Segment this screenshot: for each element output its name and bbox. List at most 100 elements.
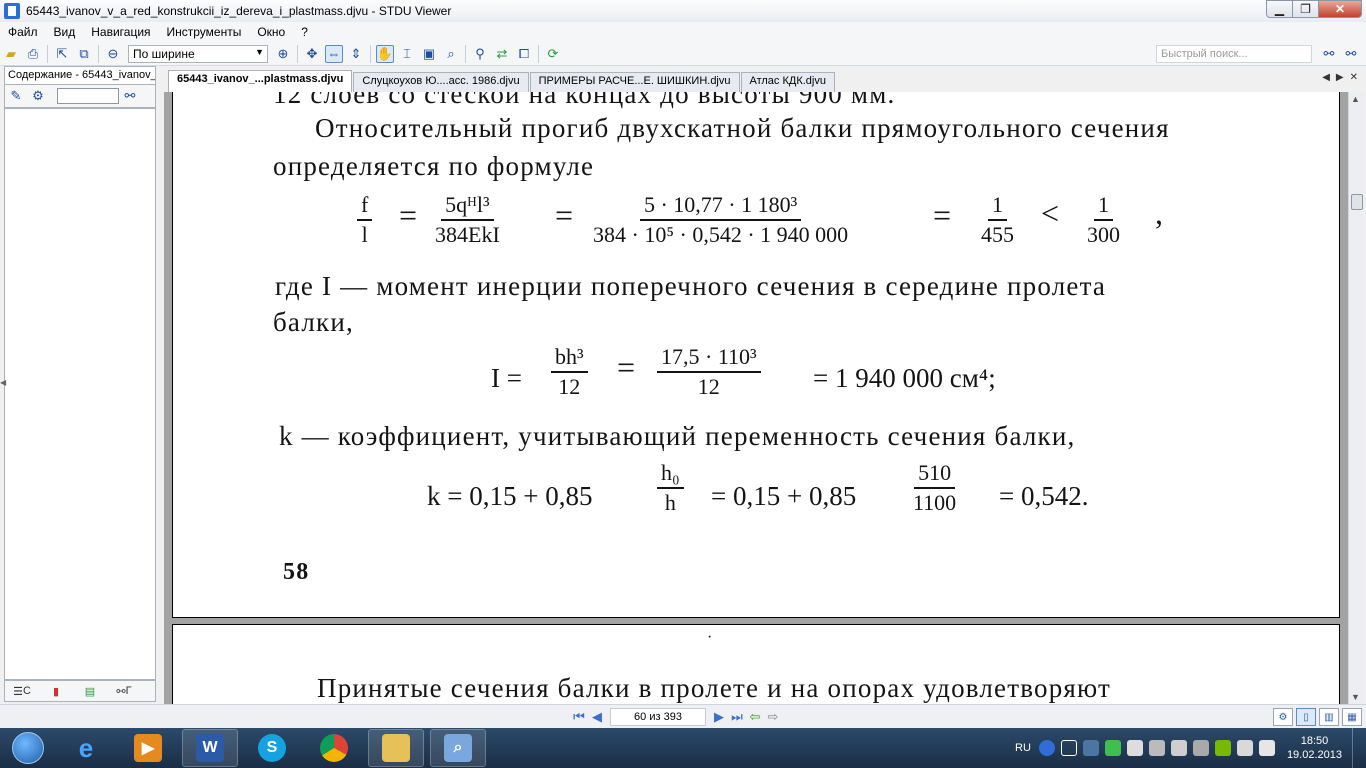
menu-help[interactable]: ? — [293, 25, 316, 39]
vk-icon[interactable] — [1082, 740, 1099, 756]
menu-navigation[interactable]: Навигация — [83, 25, 158, 39]
minimize-button[interactable]: ▁ — [1266, 0, 1292, 18]
taskbar-ie[interactable]: e — [58, 729, 114, 767]
thumbnails-panel-tab[interactable]: ▤ — [73, 682, 107, 700]
network-icon[interactable] — [1236, 740, 1253, 756]
help-icon[interactable] — [1038, 740, 1055, 756]
maximize-button[interactable]: ❐ — [1292, 0, 1318, 18]
tab-close-icon[interactable]: ✕ — [1350, 72, 1358, 83]
side-search-input[interactable] — [57, 88, 119, 104]
bookmark-add-icon[interactable]: ✎ — [7, 87, 25, 105]
fit-width-icon[interactable]: ⇔ — [325, 44, 343, 63]
contents-tab[interactable]: Содержание - 65443_ivanov_v_a_red_konstr… — [4, 66, 156, 84]
usb-icon[interactable] — [1192, 740, 1209, 756]
document-tab[interactable]: 65443_ivanov_...plastmass.djvu — [168, 70, 353, 92]
bookmarks-panel-tab[interactable]: ▮ — [39, 682, 73, 700]
settings-icon[interactable]: ⚙ — [1273, 708, 1293, 726]
close-button[interactable]: ✕ — [1318, 0, 1362, 18]
document-tab[interactable]: Слуцкоухов Ю....асс. 1986.djvu — [353, 72, 529, 92]
fraction-numerator: 5 · 10,77 · 1 180³ — [639, 191, 802, 221]
page-number-input[interactable]: 60 из 393 — [610, 708, 706, 726]
media-player-icon: ▶ — [134, 734, 162, 762]
tray-expand-icon[interactable] — [1060, 740, 1077, 756]
menu-view[interactable]: Вид — [46, 25, 84, 39]
quick-search-input[interactable]: Быстрый поиск... — [1156, 45, 1312, 63]
fraction-denominator: 300 — [1087, 222, 1120, 247]
taskbar-chrome[interactable] — [306, 729, 362, 767]
document-tab[interactable]: ПРИМЕРЫ РАСЧЕ...Е. ШИШКИН.djvu — [529, 72, 740, 92]
skype-icon: S — [258, 734, 286, 762]
fit-page-icon[interactable]: ✥ — [303, 45, 321, 63]
taskbar-media[interactable]: ▶ — [120, 729, 176, 767]
taskbar-word[interactable]: W — [182, 729, 238, 767]
view-modes: ⚙ ▯ ▥ ▦ — [1270, 708, 1362, 726]
scroll-up-icon[interactable]: ▲ — [1351, 94, 1360, 104]
scrollbar-thumb[interactable] — [1351, 194, 1363, 210]
tab-prev-icon[interactable]: ◀ — [1322, 72, 1330, 83]
keyboard-icon[interactable] — [1170, 740, 1187, 756]
nvidia-icon[interactable] — [1214, 740, 1231, 756]
tray-app-icon[interactable] — [1148, 740, 1165, 756]
binoculars-icon[interactable]: ⚯ — [1320, 45, 1338, 63]
start-button[interactable] — [4, 729, 52, 767]
fit-height-icon[interactable]: ⇕ — [347, 45, 365, 63]
zoom-out-icon[interactable]: ⊖ — [104, 45, 122, 63]
clock[interactable]: 18:50 19.02.2013 — [1287, 734, 1342, 762]
select-text-icon[interactable]: ⌶ — [398, 45, 416, 63]
contents-tree[interactable] — [4, 108, 156, 680]
collapse-panel-icon[interactable]: ◀ — [0, 378, 6, 387]
fraction-numerator: f — [357, 191, 373, 221]
fraction-denominator: 12 — [558, 374, 581, 399]
document-tab[interactable]: Атлас КДК.djvu — [740, 72, 835, 92]
print-icon[interactable]: ⎙ — [24, 45, 42, 63]
export-icon[interactable]: ⇱ — [53, 45, 71, 63]
binoculars-next-icon[interactable]: ⚯ — [1342, 45, 1360, 63]
select-image-icon[interactable]: ▣ — [420, 45, 438, 63]
volume-icon[interactable] — [1258, 740, 1275, 756]
show-desktop-button[interactable] — [1352, 728, 1366, 768]
zoom-select-value: По ширине — [133, 46, 195, 61]
find-icon[interactable]: ⚲ — [471, 45, 489, 63]
toolbar-separator — [538, 44, 539, 63]
open-folder-icon[interactable]: ▰ — [2, 45, 20, 63]
rotate-icon[interactable]: ⟳ — [544, 45, 562, 63]
hand-tool-icon[interactable]: ✋ — [376, 44, 394, 63]
prev-page-icon[interactable]: ◀ — [588, 708, 606, 726]
text-line: Принятые сечения балки в пролете и на оп… — [317, 673, 1112, 703]
last-page-icon[interactable]: ⏭ — [728, 708, 746, 726]
menu-file[interactable]: Файл — [0, 25, 46, 39]
tray-app-icon[interactable] — [1104, 740, 1121, 756]
single-page-view-icon[interactable]: ▯ — [1296, 708, 1316, 726]
contents-panel-tab[interactable]: ☰ С — [5, 682, 39, 700]
taskbar-explorer[interactable] — [368, 729, 424, 767]
zoom-in-icon[interactable]: ⊕ — [274, 45, 292, 63]
formula-rhs: = 0,542. — [999, 481, 1089, 511]
first-page-icon[interactable]: ⏮ — [570, 708, 588, 726]
scroll-down-icon[interactable]: ▼ — [1351, 692, 1360, 702]
vertical-scrollbar[interactable]: ▲ ▼ — [1348, 92, 1364, 704]
document-viewer[interactable]: 12 слоев со стеской на концах до высоты … — [164, 92, 1348, 704]
menu-tools[interactable]: Инструменты — [159, 25, 250, 39]
two-page-view-icon[interactable]: ▥ — [1319, 708, 1339, 726]
zoom-select[interactable]: По ширине ▼ — [128, 44, 268, 63]
pages-icon[interactable]: ⧠ — [515, 45, 533, 63]
stdu-viewer-icon: ⌕ — [444, 734, 472, 762]
search-panel-tab[interactable]: ⚯ Г — [107, 682, 141, 700]
tab-next-icon[interactable]: ▶ — [1336, 72, 1344, 83]
taskbar-skype[interactable]: S — [244, 729, 300, 767]
document-tabs: 65443_ivanov_...plastmass.djvu Слуцкоухо… — [168, 70, 836, 92]
side-search-icon[interactable]: ⚯ — [121, 87, 139, 105]
sync-icon[interactable]: ⇄ — [493, 45, 511, 63]
bookmark-settings-icon[interactable]: ⚙ — [29, 87, 47, 105]
next-page-icon[interactable]: ▶ — [710, 708, 728, 726]
grid-view-icon[interactable]: ▦ — [1342, 708, 1362, 726]
magnifier-icon[interactable]: ⌕ — [442, 45, 460, 63]
page-number: 58 — [283, 559, 310, 585]
copy-pages-icon[interactable]: ⧉ — [75, 45, 93, 63]
taskbar-stdu[interactable]: ⌕ — [430, 729, 486, 767]
back-icon[interactable]: ⇦ — [746, 708, 764, 726]
forward-icon[interactable]: ⇨ — [764, 708, 782, 726]
menu-window[interactable]: Окно — [249, 25, 293, 39]
tray-app-icon[interactable] — [1126, 740, 1143, 756]
language-indicator[interactable]: RU — [1015, 742, 1031, 754]
